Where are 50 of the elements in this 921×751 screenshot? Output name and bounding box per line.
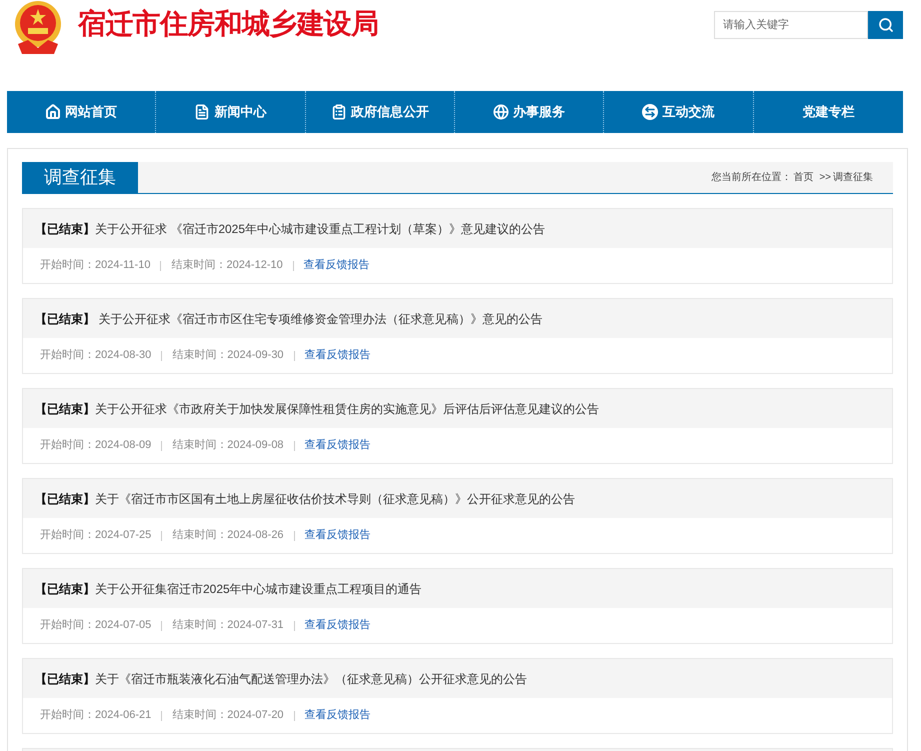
notice-title-link[interactable]: 关于公开征集宿迁市2025年中心城市建设重点工程项目的通告 <box>95 580 422 598</box>
start-date: 开始时间：2024-06-21 <box>40 708 152 724</box>
notice-title-link[interactable]: 关于《宿迁市瓶装液化石油气配送管理办法》（征求意见稿）公开征求意见的公告 <box>95 670 527 688</box>
feedback-report-link[interactable]: 查看反馈报告 <box>304 257 370 274</box>
start-date: 开始时间：2024-07-05 <box>40 618 152 634</box>
feedback-report-link[interactable]: 查看反馈报告 <box>304 527 371 544</box>
end-date: 结束时间：2024-07-31 <box>172 618 284 634</box>
search-field[interactable]: 请输入关键字 <box>714 11 868 39</box>
nav-item[interactable]: 政府信息公开 <box>306 91 455 133</box>
breadcrumb-separator: >> <box>819 171 831 185</box>
section-title: 调查征集 <box>22 162 138 193</box>
status-label: 【已结束】 <box>35 400 95 418</box>
status-label: 【已结束】 <box>35 310 95 328</box>
status-label: 【已结束】 <box>35 490 95 508</box>
feedback-report-link[interactable]: 查看反馈报告 <box>304 437 371 454</box>
nav-item[interactable]: 新闻中心 <box>156 91 306 133</box>
document-icon <box>194 104 210 120</box>
end-date: 结束时间：2024-07-20 <box>172 708 284 724</box>
breadcrumb-link[interactable]: 首页 <box>793 170 814 185</box>
breadcrumb-label: 您当前所在位置： <box>711 170 792 185</box>
nav-item[interactable]: 网站首页 <box>7 91 156 133</box>
home-icon <box>45 104 62 120</box>
feedback-report-link[interactable]: 查看反馈报告 <box>304 347 371 364</box>
nav-item[interactable]: 办事服务 <box>454 91 604 133</box>
notice-title-link[interactable]: 关于公开征求《市政府关于加快发展保障性租赁住房的实施意见》后评估后评估意见建议的公告 <box>95 400 599 418</box>
notice-title-link[interactable]: 关于公开征求《宿迁市市区住宅专项维修资金管理办法（征求意见稿）》意见的公告 <box>95 310 542 328</box>
start-date: 开始时间：2024-11-10 <box>40 258 150 274</box>
globe-icon <box>493 104 510 120</box>
search-icon <box>878 17 894 33</box>
end-date: 结束时间：2024-12-10 <box>171 258 283 274</box>
feedback-report-link[interactable]: 查看反馈报告 <box>304 617 371 634</box>
exchange-icon <box>642 104 658 120</box>
notice-title-link[interactable]: 关于公开征求 《宿迁市2025年中心城市建设重点工程计划（草案）》意见建议的公告 <box>95 220 546 238</box>
clipboard-icon <box>330 104 347 120</box>
search-button[interactable] <box>868 11 903 39</box>
nav-item[interactable]: 互动交流 <box>604 91 754 133</box>
start-date: 开始时间：2024-08-30 <box>40 348 152 364</box>
notice-title-link[interactable]: 关于《宿迁市市区国有土地上房屋征收估价技术导则（征求意见稿）》公开征求意见的公告 <box>95 490 575 508</box>
end-date: 结束时间：2024-09-08 <box>172 438 284 454</box>
end-date: 结束时间：2024-09-30 <box>172 348 284 364</box>
status-label: 【已结束】 <box>35 580 95 598</box>
feedback-report-link[interactable]: 查看反馈报告 <box>304 707 371 724</box>
end-date: 结束时间：2024-08-26 <box>172 528 284 544</box>
status-label: 【已结束】 <box>35 670 95 688</box>
breadcrumb-link[interactable]: 调查征集 <box>833 170 873 185</box>
start-date: 开始时间：2024-07-25 <box>40 528 152 544</box>
nav-item[interactable]: 党建专栏 <box>754 91 903 133</box>
status-label: 【已结束】 <box>35 220 95 238</box>
site-title: 宿迁市住房和城乡建设局 <box>78 7 378 41</box>
start-date: 开始时间：2024-08-09 <box>40 438 152 454</box>
